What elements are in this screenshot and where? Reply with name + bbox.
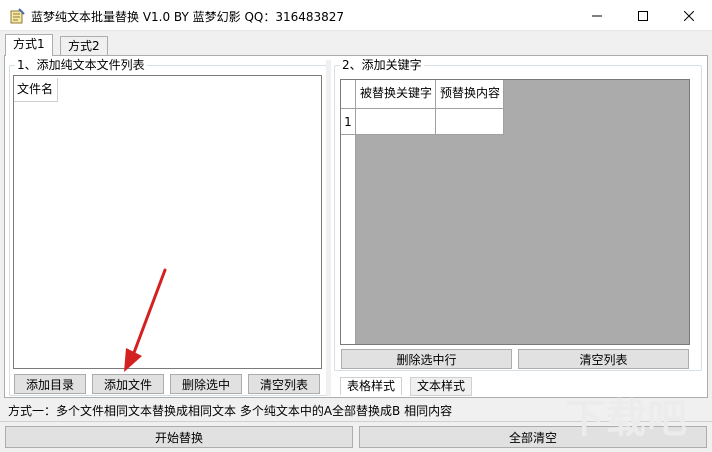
close-icon (684, 10, 694, 21)
watermark: 下载吧 (565, 396, 688, 442)
tab-mode-1[interactable]: 方式1 (5, 34, 53, 56)
minimize-icon (592, 15, 602, 16)
grid-row-header-empty (341, 135, 356, 344)
start-replace-button[interactable]: 开始替换 (5, 426, 353, 448)
keyword-grid[interactable]: 被替换关键字 预替换内容 1 (340, 79, 690, 345)
grid-header-replacement[interactable]: 预替换内容 (436, 80, 504, 109)
add-directory-button[interactable]: 添加目录 (14, 374, 86, 394)
grid-cell-replacement[interactable] (436, 109, 504, 135)
title-bar: 蓝梦纯文本批量替换 V1.0 BY 蓝梦幻影 QQ：316483827 (0, 0, 712, 31)
panel-splitter[interactable] (326, 60, 331, 396)
maximize-icon (638, 10, 648, 21)
app-notepad-icon (10, 8, 25, 24)
delete-selected-button[interactable]: 删除选中 (170, 374, 242, 394)
annotation-arrow-icon (124, 268, 167, 372)
keyword-group-title: 2、添加关键字 (340, 58, 424, 72)
minimize-button[interactable] (574, 0, 620, 31)
grid-cell-keyword[interactable] (356, 109, 436, 135)
clear-file-list-button[interactable]: 清空列表 (248, 374, 320, 394)
tab-table-style[interactable]: 表格样式 (340, 377, 403, 395)
tab-mode-2[interactable]: 方式2 (60, 36, 108, 55)
tab-text-style[interactable]: 文本样式 (410, 377, 473, 396)
column-header-filename[interactable]: 文件名 (14, 78, 58, 102)
mode-description: 方式一：多个文件相同文本替换成相同文本 多个纯文本中的A全部替换成B 相同内容 (8, 404, 453, 418)
add-file-button[interactable]: 添加文件 (92, 374, 164, 394)
grid-corner-cell (341, 80, 356, 109)
close-button[interactable] (666, 0, 712, 31)
maximize-button[interactable] (620, 0, 666, 31)
clear-keyword-list-button[interactable]: 清空列表 (518, 349, 689, 369)
delete-selected-row-button[interactable]: 删除选中行 (341, 349, 512, 369)
file-list-group-title: 1、添加纯文本文件列表 (15, 58, 147, 72)
window-title: 蓝梦纯文本批量替换 V1.0 BY 蓝梦幻影 QQ：316483827 (31, 10, 345, 24)
grid-header-keyword[interactable]: 被替换关键字 (356, 80, 436, 109)
grid-row-header[interactable]: 1 (341, 109, 356, 135)
